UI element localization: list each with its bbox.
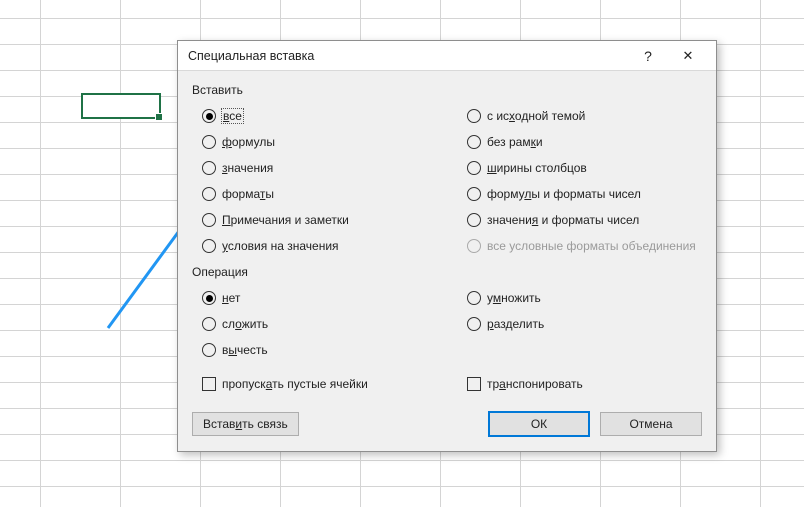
- paste-option[interactable]: значения: [192, 155, 437, 181]
- radio-label: без рамки: [487, 135, 543, 149]
- operation-options: нет сложить вычесть умножить разделить: [192, 285, 702, 363]
- radio-icon: [202, 343, 216, 357]
- paste-option[interactable]: ширины столбцов: [457, 155, 702, 181]
- ok-button[interactable]: ОК: [488, 411, 590, 437]
- paste-option[interactable]: условия на значения: [192, 233, 437, 259]
- checkbox-icon: [467, 377, 481, 391]
- radio-label: все: [222, 109, 243, 123]
- paste-option[interactable]: Примечания и заметки: [192, 207, 437, 233]
- radio-label: значения и форматы чисел: [487, 213, 639, 227]
- radio-label: значения: [222, 161, 273, 175]
- radio-label: Примечания и заметки: [222, 213, 349, 227]
- operation-option[interactable]: умножить: [457, 285, 702, 311]
- radio-label: с исходной темой: [487, 109, 585, 123]
- radio-label: сложить: [222, 317, 268, 331]
- dialog-content: Вставить все формулы значения форматы Примеч…: [178, 71, 716, 451]
- paste-group-label: Вставить: [192, 83, 702, 97]
- radio-icon: [202, 161, 216, 175]
- radio-label: разделить: [487, 317, 544, 331]
- paste-option[interactable]: все: [192, 103, 437, 129]
- paste-option: все условные форматы объединения: [457, 233, 702, 259]
- cancel-button[interactable]: Отмена: [600, 412, 702, 436]
- radio-icon: [467, 161, 481, 175]
- operation-option[interactable]: разделить: [457, 311, 702, 337]
- radio-icon: [467, 213, 481, 227]
- dialog-title: Специальная вставка: [188, 49, 628, 63]
- paste-option[interactable]: значения и форматы чисел: [457, 207, 702, 233]
- checkbox-icon: [202, 377, 216, 391]
- paste-option[interactable]: с исходной темой: [457, 103, 702, 129]
- paste-link-button[interactable]: Вставить связь: [192, 412, 299, 436]
- operation-option[interactable]: нет: [192, 285, 437, 311]
- paste-options: все формулы значения форматы Примечания и за…: [192, 103, 702, 259]
- radio-icon: [467, 109, 481, 123]
- transpose-label: транспонировать: [487, 377, 583, 391]
- radio-icon: [202, 109, 216, 123]
- active-cell[interactable]: [81, 93, 161, 119]
- dialog-footer: Вставить связь ОК Отмена: [192, 411, 702, 437]
- paste-option[interactable]: без рамки: [457, 129, 702, 155]
- transpose-checkbox[interactable]: транспонировать: [457, 371, 702, 397]
- paste-option[interactable]: форматы: [192, 181, 437, 207]
- radio-icon: [467, 187, 481, 201]
- radio-label: умножить: [487, 291, 541, 305]
- radio-icon: [202, 291, 216, 305]
- radio-icon: [467, 291, 481, 305]
- radio-icon: [467, 317, 481, 331]
- radio-label: форматы: [222, 187, 274, 201]
- radio-icon: [202, 317, 216, 331]
- radio-label: условия на значения: [222, 239, 339, 253]
- help-button[interactable]: ?: [628, 42, 668, 70]
- dialog-titlebar: Специальная вставка ? ✕: [178, 41, 716, 71]
- radio-label: все условные форматы объединения: [487, 239, 696, 253]
- skip-blanks-checkbox[interactable]: пропускать пустые ячейки: [192, 371, 437, 397]
- radio-label: формулы: [222, 135, 275, 149]
- operation-group-label: Операция: [192, 265, 702, 279]
- radio-icon: [202, 187, 216, 201]
- close-button[interactable]: ✕: [668, 42, 708, 70]
- paste-special-dialog: Специальная вставка ? ✕ Вставить все форм…: [177, 40, 717, 452]
- radio-label: вычесть: [222, 343, 268, 357]
- radio-icon: [202, 239, 216, 253]
- paste-option[interactable]: формулы и форматы чисел: [457, 181, 702, 207]
- paste-option[interactable]: формулы: [192, 129, 437, 155]
- radio-icon: [202, 135, 216, 149]
- radio-icon: [467, 135, 481, 149]
- radio-label: формулы и форматы чисел: [487, 187, 641, 201]
- check-options: пропускать пустые ячейки транспонировать: [192, 371, 702, 397]
- radio-label: нет: [222, 291, 240, 305]
- radio-label: ширины столбцов: [487, 161, 587, 175]
- radio-icon: [202, 213, 216, 227]
- operation-option[interactable]: вычесть: [192, 337, 437, 363]
- operation-option[interactable]: сложить: [192, 311, 437, 337]
- radio-icon: [467, 239, 481, 253]
- skip-blanks-label: пропускать пустые ячейки: [222, 377, 368, 391]
